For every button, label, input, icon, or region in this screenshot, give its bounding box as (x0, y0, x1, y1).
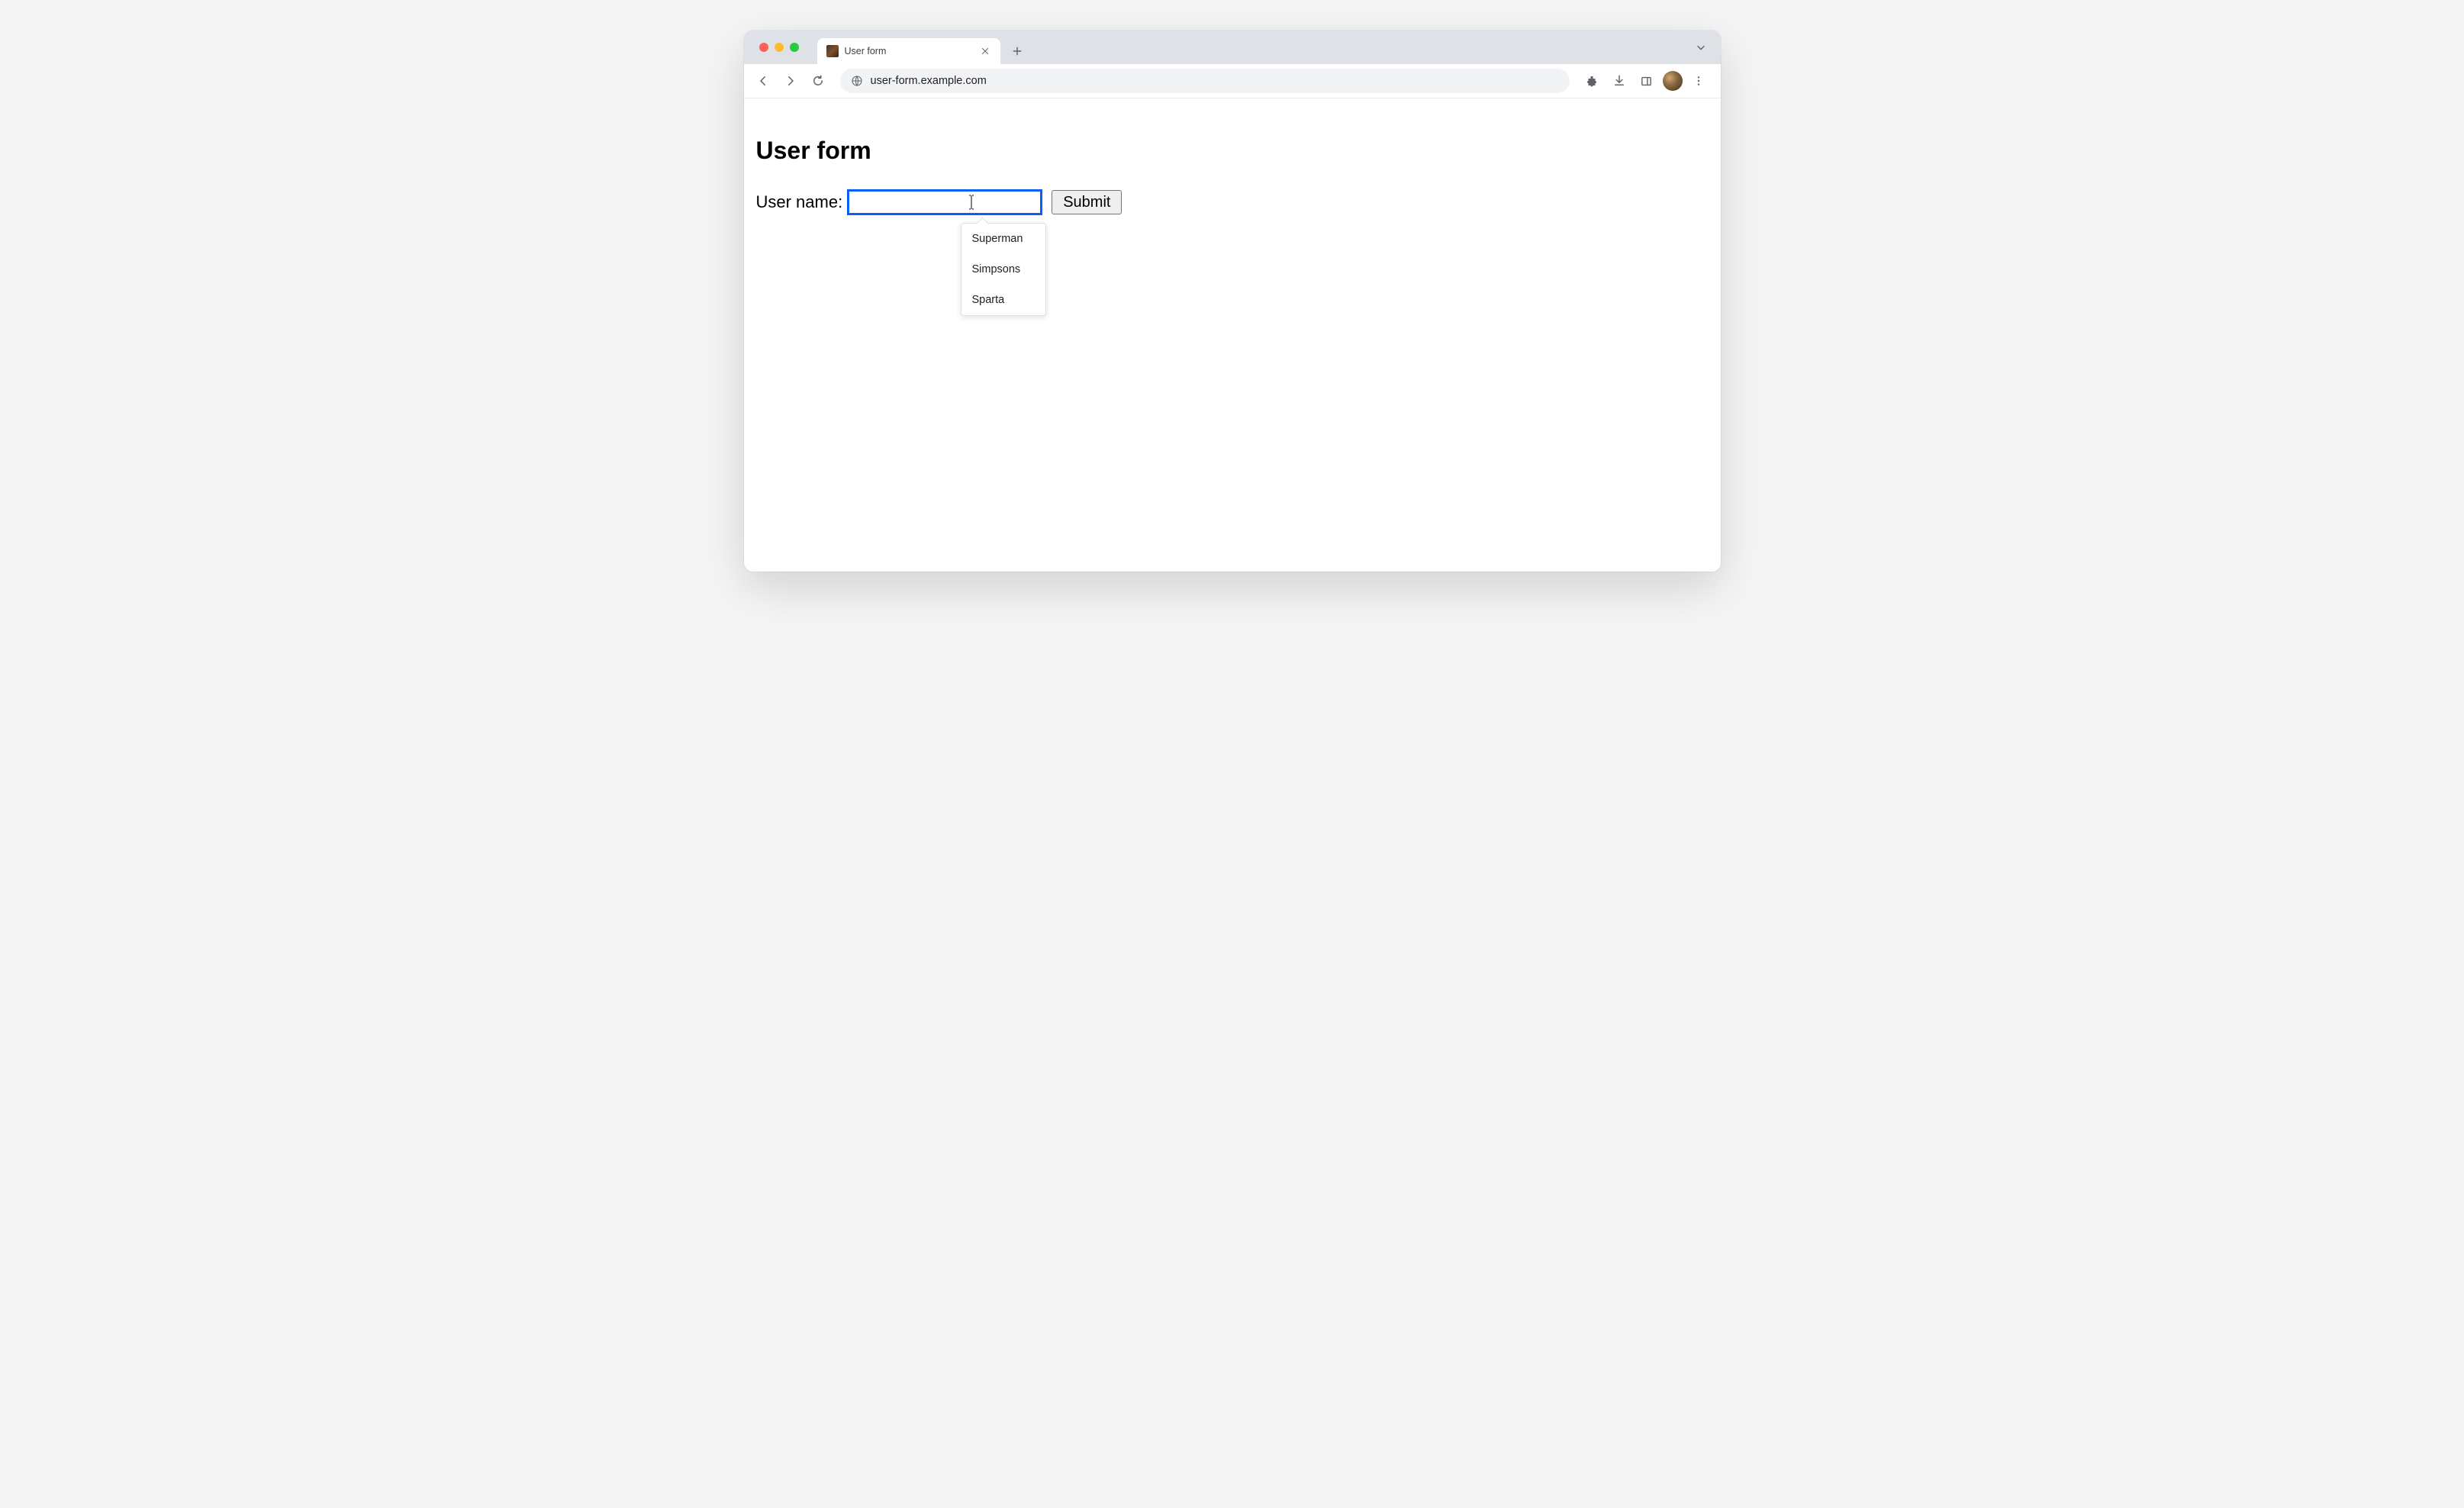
tab-favicon-icon (826, 45, 839, 57)
back-button[interactable] (752, 69, 775, 92)
extensions-button[interactable] (1580, 69, 1603, 92)
browser-window: User form (744, 31, 1721, 572)
submit-button[interactable]: Submit (1052, 190, 1122, 214)
autocomplete-dropdown: Superman Simpsons Sparta (961, 223, 1046, 316)
side-panel-button[interactable] (1635, 69, 1658, 92)
traffic-lights (755, 31, 804, 64)
username-label: User name: (756, 192, 843, 212)
reload-button[interactable] (807, 69, 829, 92)
user-form-row: User name: Submit Superman Simpsons Spar… (756, 189, 1709, 215)
browser-toolbar: user-form.example.com (744, 64, 1721, 98)
autocomplete-item[interactable]: Simpsons (961, 254, 1045, 285)
page-title: User form (756, 137, 1709, 165)
forward-button[interactable] (779, 69, 802, 92)
tab-close-button[interactable] (979, 45, 991, 57)
downloads-button[interactable] (1608, 69, 1631, 92)
site-info-icon (851, 75, 863, 87)
tab-bar: User form (744, 31, 1721, 64)
autocomplete-item[interactable]: Sparta (961, 285, 1045, 315)
window-minimize-button[interactable] (775, 43, 784, 52)
new-tab-button[interactable] (1007, 40, 1028, 62)
profile-avatar[interactable] (1663, 71, 1683, 91)
url-text: user-form.example.com (871, 75, 987, 87)
autocomplete-item[interactable]: Superman (961, 224, 1045, 254)
menu-button[interactable] (1687, 69, 1710, 92)
tab-overflow-button[interactable] (1692, 38, 1710, 56)
toolbar-right (1580, 69, 1713, 92)
address-bar[interactable]: user-form.example.com (840, 69, 1570, 93)
browser-chrome: User form (744, 31, 1721, 98)
window-close-button[interactable] (759, 43, 768, 52)
tab-title: User form (845, 46, 973, 56)
page-content: User form User name: Submit Superman Sim… (744, 98, 1721, 572)
username-input[interactable] (847, 189, 1042, 215)
window-fullscreen-button[interactable] (790, 43, 799, 52)
browser-tab[interactable]: User form (817, 38, 1000, 64)
